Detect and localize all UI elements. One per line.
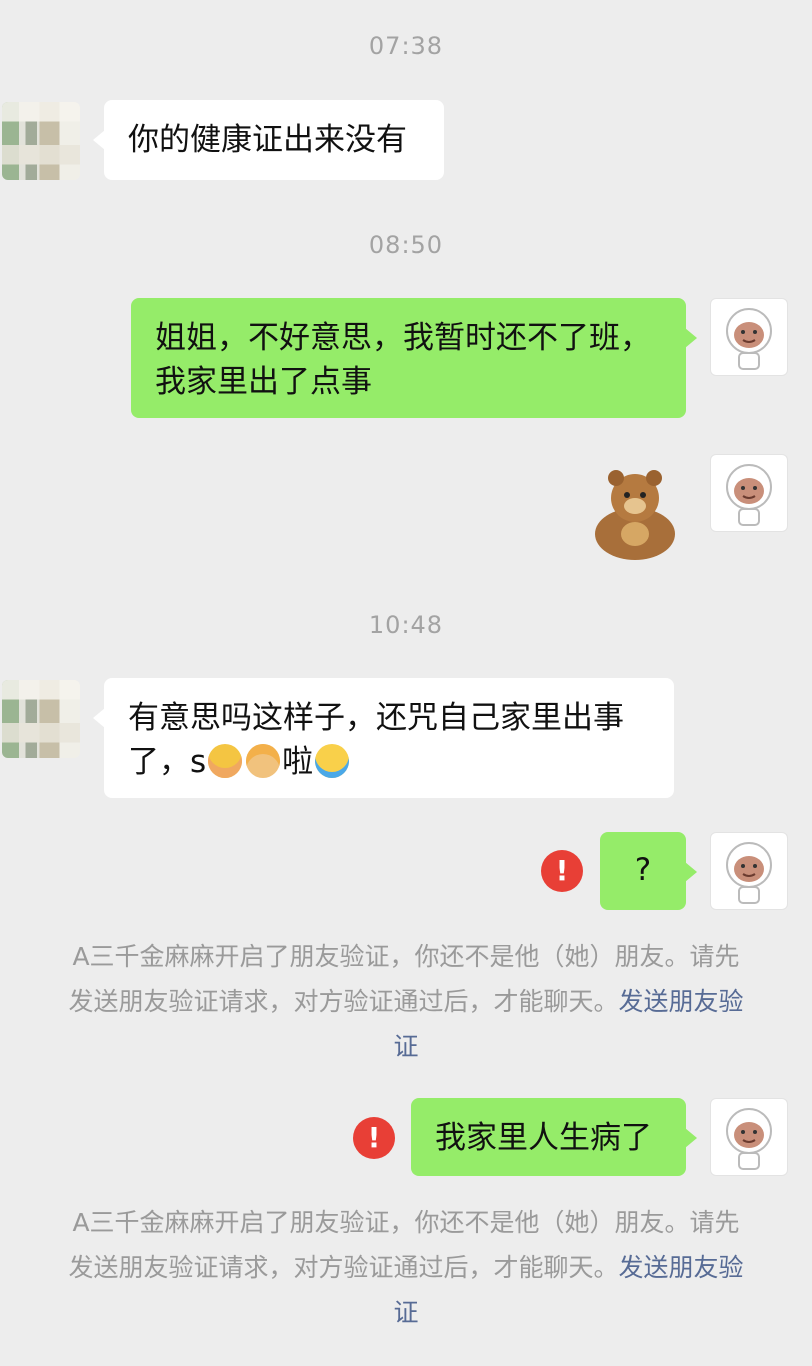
monkey-avatar-icon xyxy=(726,308,772,370)
timestamp: 07:38 xyxy=(368,32,444,60)
send-verification-link[interactable]: 证 xyxy=(34,1024,778,1069)
my-avatar[interactable] xyxy=(710,1098,788,1176)
woman-emoji-icon xyxy=(208,744,243,778)
timestamp: 10:48 xyxy=(368,611,444,639)
send-verification-link[interactable]: 发送朋友验 xyxy=(619,987,744,1016)
error-icon[interactable]: ! xyxy=(541,850,583,892)
sender-avatar[interactable] xyxy=(2,102,80,180)
sender-avatar[interactable] xyxy=(2,680,80,758)
message-text: 啦 xyxy=(282,744,314,780)
message-text: 你的健康证出来没有 xyxy=(128,122,407,158)
my-avatar[interactable] xyxy=(710,298,788,376)
monkey-avatar-icon xyxy=(726,842,772,904)
bear-sticker[interactable] xyxy=(585,462,685,562)
notice-text: 发送朋友验证请求，对方验证通过后，才能聊天。 xyxy=(68,987,619,1016)
monkey-avatar-icon xyxy=(726,1108,772,1170)
notice-line: A三千金麻麻开启了朋友验证，你还不是他（她）朋友。请先 xyxy=(72,942,740,971)
timestamp: 08:50 xyxy=(368,231,444,259)
chat-window: 07:38 你的健康证出来没有 08:50 姐姐，不好意思，我暂时还不了班， 我… xyxy=(0,0,812,1366)
system-notice: A三千金麻麻开启了朋友验证，你还不是他（她）朋友。请先 发送朋友验证请求，对方验… xyxy=(34,934,778,1069)
message-sent[interactable]: 我家里人生病了 xyxy=(411,1098,697,1176)
message-text-line: 我家里出了点事 xyxy=(155,364,372,400)
bear-sticker-icon xyxy=(595,470,675,560)
message-sent[interactable]: 姐姐，不好意思，我暂时还不了班， 我家里出了点事 xyxy=(131,298,697,418)
notice-line: A三千金麻麻开启了朋友验证，你还不是他（她）朋友。请先 xyxy=(72,1208,740,1237)
notice-line: 发送朋友验证请求，对方验证通过后，才能聊天。发送朋友验 xyxy=(34,1245,778,1290)
blur-overlay xyxy=(2,102,80,180)
my-avatar[interactable] xyxy=(710,454,788,532)
man-emoji-icon xyxy=(246,744,281,778)
message-text-line: 姐姐，不好意思，我暂时还不了班， xyxy=(155,320,651,356)
blur-overlay xyxy=(2,680,80,758)
monkey-avatar-icon xyxy=(726,464,772,526)
message-received[interactable]: 有意思吗这样子，还咒自己家里出事 了，s 啦 xyxy=(93,678,674,798)
message-text: 了，s xyxy=(128,744,207,780)
message-text: 我家里人生病了 xyxy=(435,1120,652,1156)
send-verification-link[interactable]: 发送朋友验 xyxy=(619,1253,744,1282)
crying-emoji-icon xyxy=(315,744,350,778)
notice-text: 发送朋友验证请求，对方验证通过后，才能聊天。 xyxy=(68,1253,619,1282)
message-sent[interactable]: ? xyxy=(600,832,697,910)
message-text: ? xyxy=(634,852,652,888)
my-avatar[interactable] xyxy=(710,832,788,910)
system-notice: A三千金麻麻开启了朋友验证，你还不是他（她）朋友。请先 发送朋友验证请求，对方验… xyxy=(34,1200,778,1335)
message-received[interactable]: 你的健康证出来没有 xyxy=(93,100,444,180)
notice-line: 发送朋友验证请求，对方验证通过后，才能聊天。发送朋友验 xyxy=(34,979,778,1024)
message-text-line: 有意思吗这样子，还咒自己家里出事 xyxy=(128,700,624,736)
message-text-line: 了，s 啦 xyxy=(128,740,650,784)
error-icon[interactable]: ! xyxy=(353,1117,395,1159)
send-verification-link[interactable]: 证 xyxy=(34,1290,778,1335)
